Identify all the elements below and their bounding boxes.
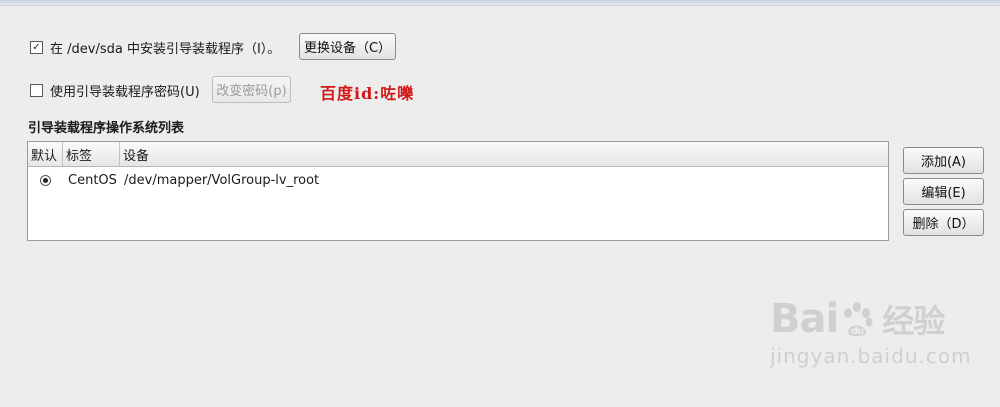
os-label-cell: CentOS bbox=[68, 173, 117, 188]
default-radio[interactable] bbox=[40, 175, 51, 186]
edit-button[interactable]: 编辑(E) bbox=[903, 178, 984, 205]
change-password-button: 改变密码(p) bbox=[212, 76, 291, 103]
install-loader-checkbox[interactable]: ✓ bbox=[30, 41, 43, 54]
baidu-logo: Bai du 经验 bbox=[770, 296, 972, 342]
baidu-url-text: jingyan.baidu.com bbox=[770, 344, 972, 368]
os-list-title: 引导装载程序操作系统列表 bbox=[28, 121, 185, 136]
column-label-header[interactable]: 标签 bbox=[62, 142, 119, 166]
baidu-logo-right-text: 经验 bbox=[882, 302, 945, 340]
radio-dot-icon bbox=[43, 178, 48, 183]
os-list-header: 默认 标签 设备 bbox=[28, 142, 888, 167]
os-list-table[interactable]: 默认 标签 设备 CentOS /dev/mapper/VolGroup-lv_… bbox=[27, 141, 889, 241]
loader-password-label: 使用引导装载程序密码(U) bbox=[50, 85, 200, 100]
column-device-header[interactable]: 设备 bbox=[119, 142, 888, 166]
add-button[interactable]: 添加(A) bbox=[903, 147, 984, 174]
baidu-watermark: Bai du 经验 jingyan.baidu.com bbox=[770, 296, 972, 368]
change-device-button[interactable]: 更换设备（C） bbox=[299, 33, 396, 60]
default-cell bbox=[28, 175, 67, 186]
svg-text:du: du bbox=[851, 326, 864, 337]
os-device-cell: /dev/mapper/VolGroup-lv_root bbox=[124, 173, 320, 188]
baidu-logo-left-text: Bai bbox=[770, 296, 839, 342]
delete-button[interactable]: 删除（D） bbox=[903, 209, 984, 236]
paw-icon: du bbox=[844, 302, 873, 337]
overlay-id-text: 百度id:咗嚛 bbox=[320, 84, 415, 103]
install-loader-label: 在 /dev/sda 中安装引导装载程序（I）。 bbox=[50, 42, 281, 57]
loader-password-row: 使用引导装载程序密码(U) bbox=[30, 81, 200, 100]
install-loader-row: ✓ 在 /dev/sda 中安装引导装载程序（I）。 bbox=[30, 38, 280, 57]
column-default-header[interactable]: 默认 bbox=[28, 142, 62, 166]
top-window-strip bbox=[0, 0, 1000, 6]
table-row[interactable]: CentOS /dev/mapper/VolGroup-lv_root bbox=[28, 173, 319, 188]
loader-password-checkbox[interactable] bbox=[30, 84, 43, 97]
